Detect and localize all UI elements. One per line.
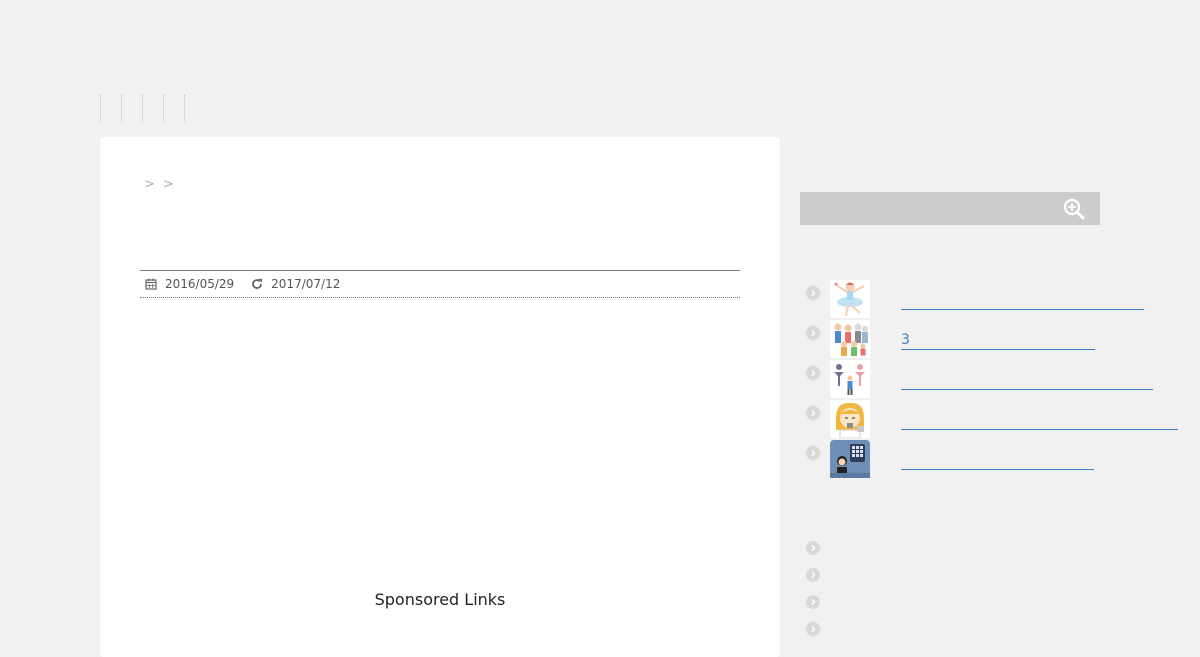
popular-post-link[interactable] [901,412,1178,430]
chevron-right-icon [806,568,820,582]
breadcrumb-separator: > [144,177,157,192]
refresh-icon [252,278,263,289]
chevron-right-icon [806,326,820,340]
breadcrumb: > > [144,177,182,192]
chevron-right-icon [806,595,820,609]
popular-posts: 3 [800,280,1200,480]
sponsored-links-label: Sponsored Links [374,590,506,609]
list-item[interactable] [800,567,1200,594]
list-item[interactable] [800,621,1200,648]
breadcrumb-separator: > [162,177,176,192]
popular-post-link[interactable]: 3 [901,332,1095,350]
nav-item[interactable] [163,95,185,122]
post-meta: 2016/05/29 2017/07/12 [140,270,740,298]
list-item [800,440,1200,480]
search-box [800,192,1100,225]
main-content: > > 2016/05/29 2017/07/12 Sponsored Links [100,137,780,657]
family-icon [830,320,870,358]
payphone-icon [830,440,870,478]
figures-icon [830,360,870,398]
chevron-right-icon [806,622,820,636]
chevron-right-icon [806,366,820,380]
popular-post-link[interactable] [901,292,1144,310]
updated-date: 2017/07/12 [271,277,341,291]
ballerina-icon [830,280,870,318]
nav-item[interactable] [121,95,142,122]
published-date: 2016/05/29 [165,277,235,291]
zoom-in-icon[interactable] [1062,197,1086,221]
chevron-right-icon [806,541,820,555]
list-item[interactable] [800,594,1200,621]
list-item: 3 [800,320,1200,360]
recent-posts [800,540,1200,648]
girl-phone-icon [830,400,870,438]
list-item [800,400,1200,440]
nav-item[interactable] [100,95,121,122]
popular-post-link[interactable] [901,452,1094,470]
top-nav [100,95,185,122]
calendar-icon [145,278,157,290]
nav-item[interactable] [142,95,163,122]
popular-post-link[interactable] [901,372,1153,390]
list-item [800,280,1200,320]
chevron-right-icon [806,286,820,300]
list-item[interactable] [800,540,1200,567]
chevron-right-icon [806,406,820,420]
search-input[interactable] [800,192,1050,225]
chevron-right-icon [806,446,820,460]
list-item [800,360,1200,400]
